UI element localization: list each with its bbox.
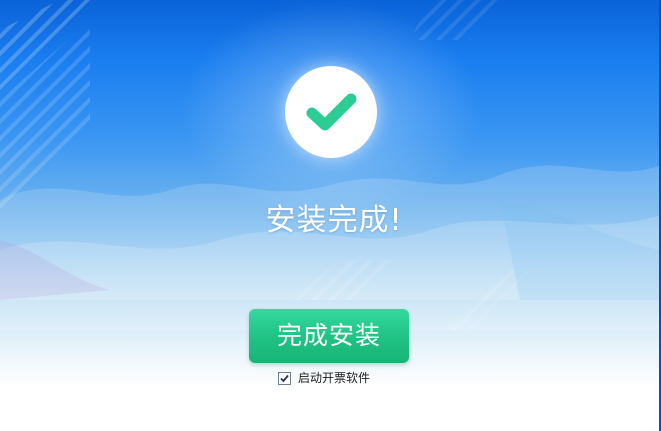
launch-checkbox[interactable] <box>278 371 291 385</box>
status-title: 安装完成! <box>265 203 403 238</box>
finish-install-button[interactable]: 完成安装 <box>249 309 409 363</box>
checkmark-icon <box>306 93 357 131</box>
launch-label: 启动开票软件 <box>298 371 371 385</box>
checkbox-icon <box>280 374 289 382</box>
success-badge <box>285 66 377 158</box>
launch-software-option[interactable]: 启动开票软件 <box>278 370 370 386</box>
installer-window: 安装完成! 完成安装 启动开票软件 <box>0 0 661 431</box>
